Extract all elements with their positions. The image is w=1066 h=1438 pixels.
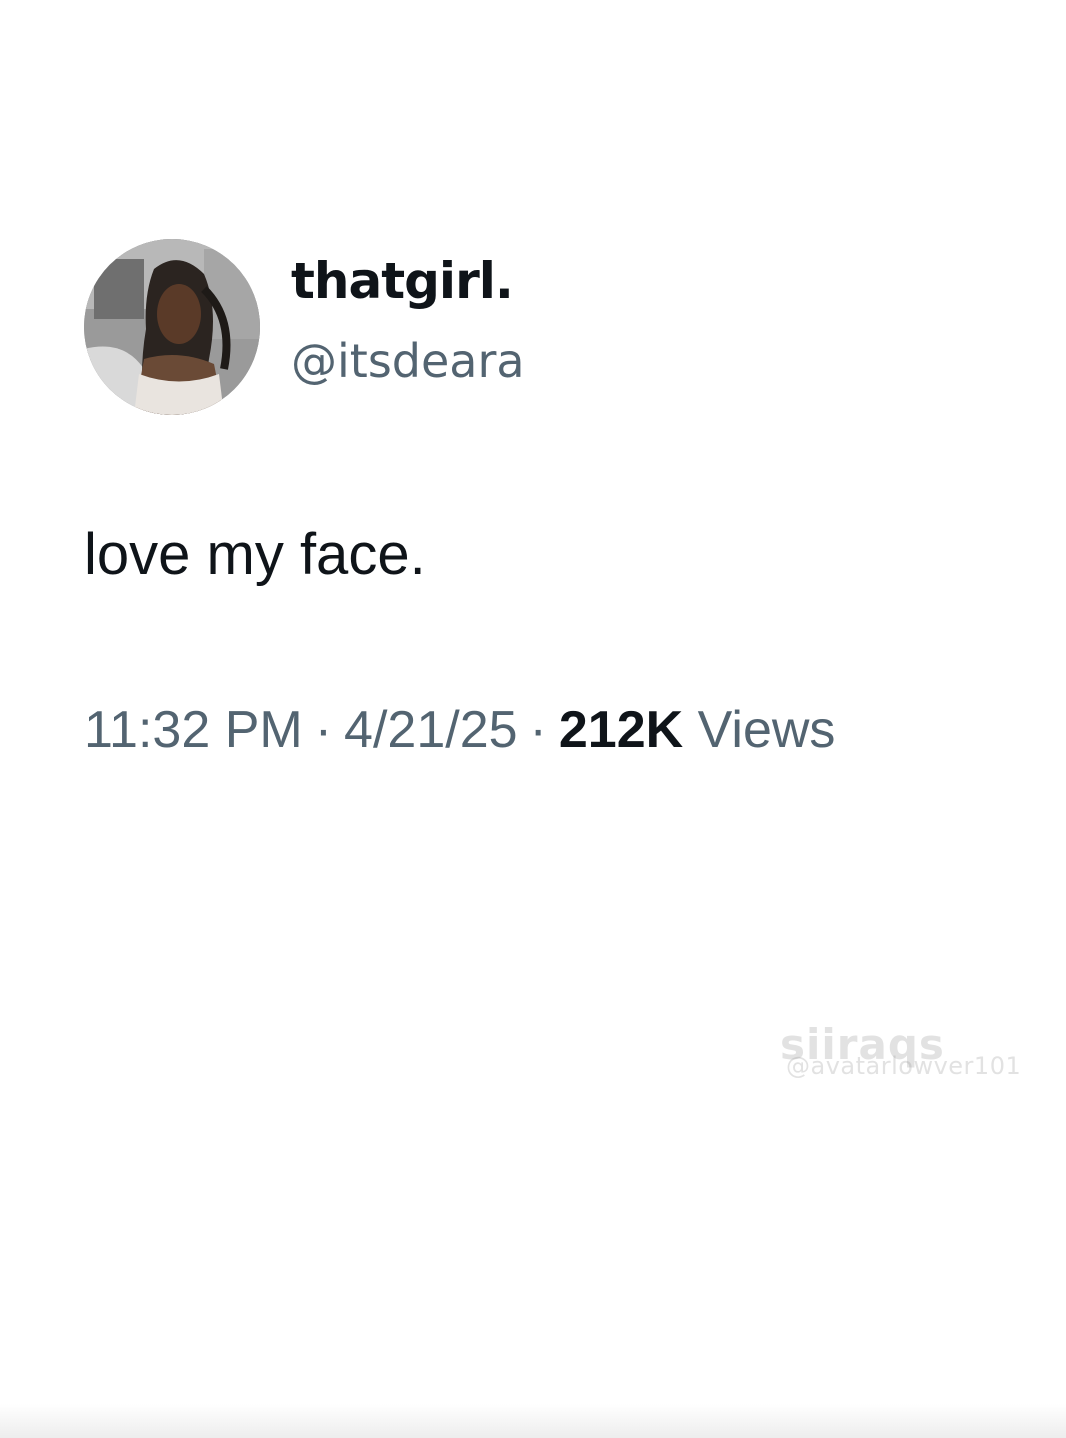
separator-dot: · <box>529 701 547 759</box>
avatar-photo <box>84 239 260 415</box>
views-count[interactable]: 212K <box>559 701 683 759</box>
display-name[interactable]: thatgirl. <box>291 256 514 306</box>
user-handle[interactable]: @itsdeara <box>291 338 525 384</box>
watermark: siiraqs @avatarlowver101 <box>780 1020 1050 1080</box>
avatar[interactable] <box>84 239 260 415</box>
views-label: Views <box>697 701 836 759</box>
bottom-fade <box>0 1404 1066 1438</box>
separator-dot: · <box>314 701 333 759</box>
tweet-card: thatgirl. @itsdeara love my face. 11:32 … <box>0 0 1066 1438</box>
tweet-date[interactable]: 4/21/25 <box>344 701 518 759</box>
tweet-text: love my face. <box>84 522 426 587</box>
tweet-metadata: 11:32 PM · 4/21/25 · 212K Views <box>84 704 835 756</box>
tweet-time[interactable]: 11:32 PM <box>84 701 303 759</box>
watermark-sub: @avatarlowver101 <box>786 1052 1022 1080</box>
